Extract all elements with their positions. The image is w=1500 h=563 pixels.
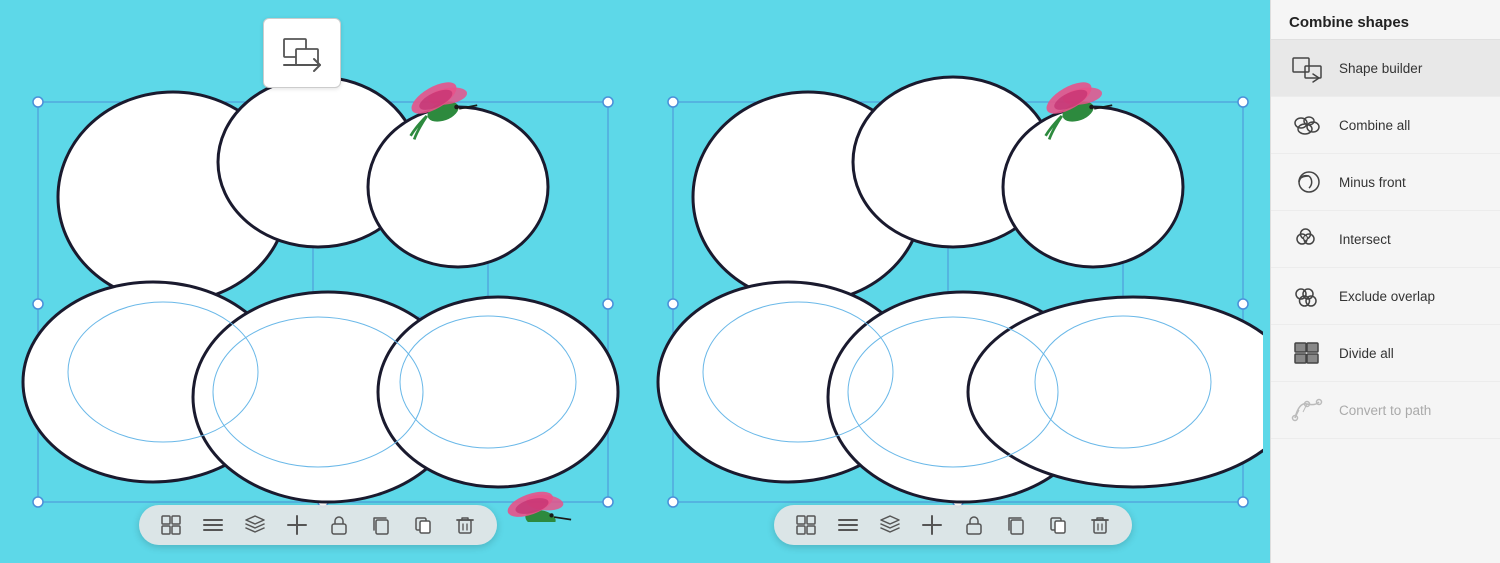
copy-icon-right[interactable] — [1002, 511, 1030, 539]
left-toolbar — [139, 505, 497, 545]
combine-all-label: Combine all — [1339, 118, 1410, 133]
sidebar-title: Combine shapes — [1271, 0, 1500, 40]
sidebar-item-divide-all[interactable]: Divide all — [1271, 325, 1500, 382]
divide-all-label: Divide all — [1339, 346, 1394, 361]
shape-builder-badge — [263, 18, 341, 88]
menu-icon[interactable] — [199, 511, 227, 539]
minus-front-label: Minus front — [1339, 175, 1406, 190]
sidebar: Combine shapes Shape builder Combine all — [1270, 0, 1500, 563]
duplicate-icon-right[interactable] — [1044, 511, 1072, 539]
lock-icon-right[interactable] — [960, 511, 988, 539]
right-scene — [643, 42, 1263, 522]
right-canvas-panel — [635, 0, 1270, 563]
shape-builder-label: Shape builder — [1339, 61, 1422, 76]
sidebar-item-shape-builder[interactable]: Shape builder — [1271, 40, 1500, 97]
right-toolbar — [774, 505, 1132, 545]
menu-icon-right[interactable] — [834, 511, 862, 539]
intersect-label: Intersect — [1339, 232, 1391, 247]
exclude-overlap-label: Exclude overlap — [1339, 289, 1435, 304]
minus-front-icon — [1289, 164, 1325, 200]
sidebar-item-intersect[interactable]: Intersect — [1271, 211, 1500, 268]
grid-icon-right[interactable] — [792, 511, 820, 539]
sidebar-item-exclude-overlap[interactable]: Exclude overlap — [1271, 268, 1500, 325]
exclude-overlap-icon — [1289, 278, 1325, 314]
convert-to-path-icon — [1289, 392, 1325, 428]
add-icon-right[interactable] — [918, 511, 946, 539]
add-icon[interactable] — [283, 511, 311, 539]
intersect-icon — [1289, 221, 1325, 257]
lock-icon[interactable] — [325, 511, 353, 539]
grid-icon[interactable] — [157, 511, 185, 539]
canvas-area — [0, 0, 1270, 563]
sidebar-item-convert-to-path[interactable]: Convert to path — [1271, 382, 1500, 439]
combine-all-icon — [1289, 107, 1325, 143]
left-scene — [8, 42, 628, 522]
sidebar-item-combine-all[interactable]: Combine all — [1271, 97, 1500, 154]
shape-builder-badge-icon — [278, 29, 326, 77]
copy-icon[interactable] — [367, 511, 395, 539]
sidebar-item-minus-front[interactable]: Minus front — [1271, 154, 1500, 211]
shape-builder-icon — [1289, 50, 1325, 86]
delete-icon[interactable] — [451, 511, 479, 539]
convert-to-path-label: Convert to path — [1339, 403, 1431, 418]
left-canvas-panel — [0, 0, 635, 563]
layers-icon-right[interactable] — [876, 511, 904, 539]
delete-icon-right[interactable] — [1086, 511, 1114, 539]
duplicate-icon[interactable] — [409, 511, 437, 539]
divide-all-icon — [1289, 335, 1325, 371]
layers-icon[interactable] — [241, 511, 269, 539]
hummingbird-left-bottom — [504, 486, 571, 521]
